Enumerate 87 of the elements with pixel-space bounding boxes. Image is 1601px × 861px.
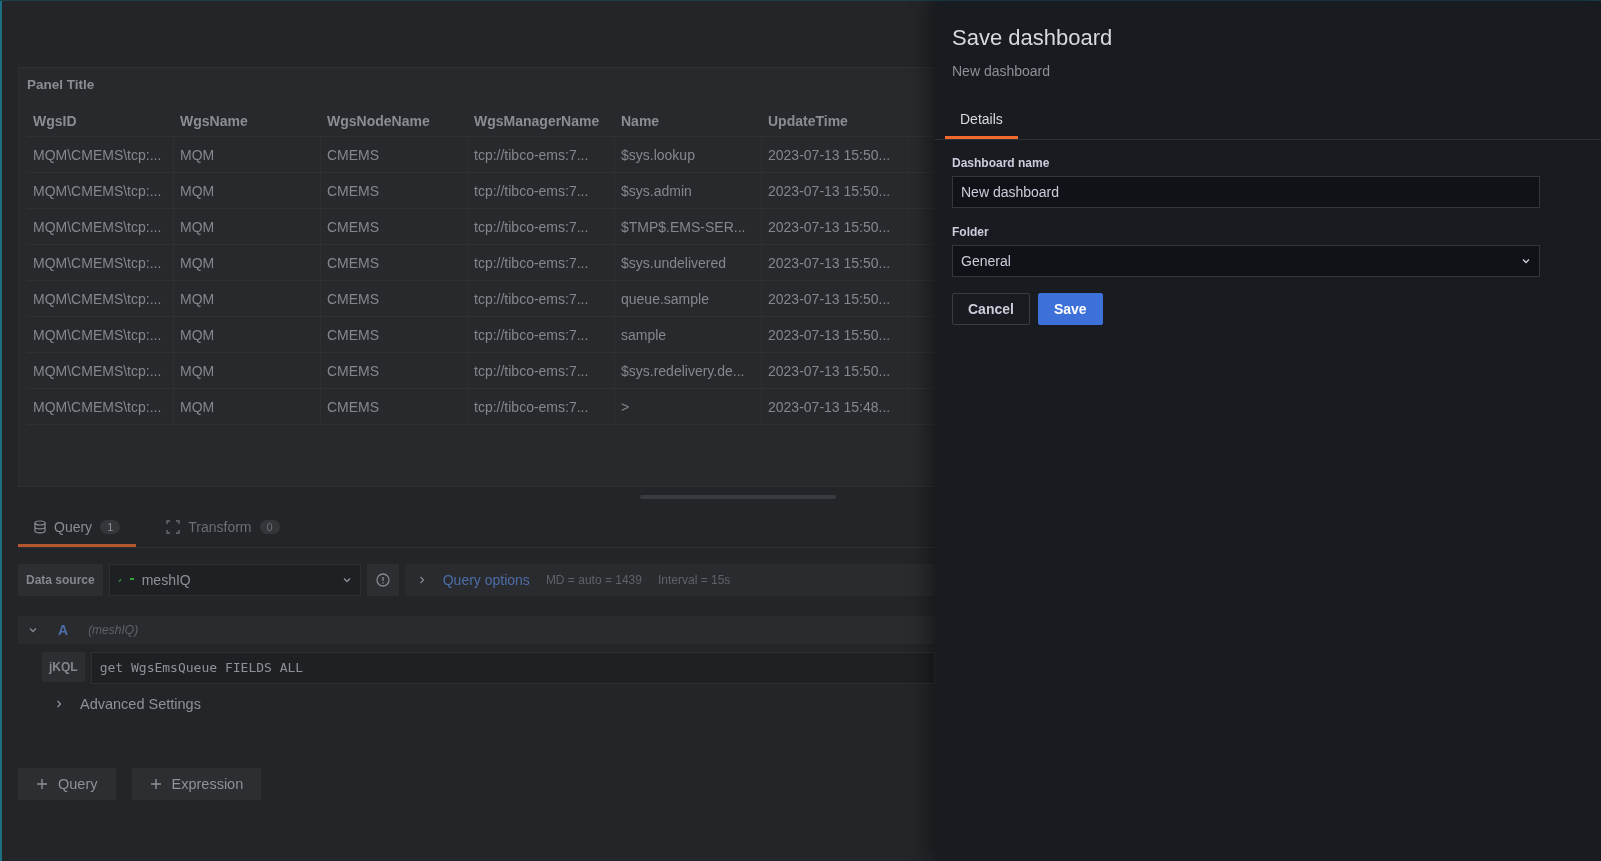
cancel-button[interactable]: Cancel (952, 293, 1030, 325)
data-source-icon (117, 576, 136, 584)
table-cell: CMEMS (321, 173, 468, 208)
table-cell: CMEMS (321, 281, 468, 316)
table-cell: $sys.lookup (615, 137, 762, 172)
caret-icon (1521, 256, 1531, 266)
table-cell: MQM (174, 281, 321, 316)
column-header[interactable]: WgsManagerName (468, 106, 615, 136)
drawer-subtitle: New dashboard (952, 63, 1051, 79)
table-cell: tcp://tibco-ems:7... (468, 245, 615, 280)
table-cell: MQM (174, 137, 321, 172)
column-header[interactable]: WgsName (174, 106, 321, 136)
table-cell: MQM (174, 317, 321, 352)
table-cell: tcp://tibco-ems:7... (468, 173, 615, 208)
table-cell: 2023-07-13 15:48... (762, 389, 909, 424)
query-name: A (58, 622, 69, 638)
table-cell: MQM\CMEMS\tcp:... (27, 281, 174, 316)
table-cell: queue.sample (615, 281, 762, 316)
table-cell: 2023-07-13 15:50... (762, 281, 909, 316)
data-source-picker[interactable]: meshIQ (108, 564, 361, 596)
table-cell: sample (615, 317, 762, 352)
transform-icon (166, 520, 181, 534)
table-cell: tcp://tibco-ems:7... (468, 137, 615, 172)
table-cell: $sys.redelivery.de... (615, 353, 762, 388)
table-cell: $sys.undelivered (615, 245, 762, 280)
table-cell: 2023-07-13 15:50... (762, 317, 909, 352)
help-button[interactable] (366, 564, 399, 596)
table-cell: 2023-07-13 15:50... (762, 137, 909, 172)
table-cell: MQM (174, 173, 321, 208)
field-label: Data source (18, 564, 103, 596)
table-cell: MQM\CMEMS\tcp:... (27, 353, 174, 388)
table-cell: 2023-07-13 15:50... (762, 245, 909, 280)
language-label: jKQL (42, 652, 85, 682)
drawer-title: Save dashboard (952, 25, 1113, 51)
table-cell: MQM\CMEMS\tcp:... (27, 389, 174, 424)
table-cell: CMEMS (321, 137, 468, 172)
table-cell: CMEMS (321, 245, 468, 280)
column-header[interactable]: UpdateTime (762, 106, 909, 136)
plus-icon (149, 778, 162, 790)
advanced-settings-toggle[interactable]: Advanced Settings (54, 696, 935, 712)
panel-title: Panel Title (27, 77, 95, 92)
table-cell: CMEMS (321, 389, 468, 424)
field-label: Dashboard name (952, 156, 1050, 170)
column-header[interactable]: WgsID (27, 106, 174, 136)
table-cell: 2023-07-13 15:50... (762, 209, 909, 244)
field-label: Folder (952, 225, 989, 239)
column-header[interactable]: Name (615, 106, 762, 136)
chevron-right-icon (54, 699, 64, 709)
table-cell: $sys.admin (615, 173, 762, 208)
column-header[interactable]: WgsNodeName (321, 106, 468, 136)
table-cell: MQM (174, 209, 321, 244)
caret-icon (341, 575, 352, 585)
table-cell: > (615, 389, 762, 424)
help-icon (375, 573, 390, 587)
editor-tab[interactable]: Query 1 (18, 513, 137, 547)
table-cell: MQM (174, 245, 321, 280)
table-cell: 2023-07-13 15:50... (762, 353, 909, 388)
table-cell: MQM\CMEMS\tcp:... (27, 317, 174, 352)
database-icon (34, 520, 46, 534)
table-cell: tcp://tibco-ems:7... (468, 389, 615, 424)
table-cell: tcp://tibco-ems:7... (468, 317, 615, 352)
save-button[interactable]: Save (1037, 293, 1103, 325)
table-cell: tcp://tibco-ems:7... (468, 209, 615, 244)
drawer-tab[interactable]: Details (945, 104, 1018, 139)
table-cell: CMEMS (321, 209, 468, 244)
table-cell: tcp://tibco-ems:7... (468, 281, 615, 316)
table-cell: MQM\CMEMS\tcp:... (27, 137, 174, 172)
count-badge: 1 (100, 520, 121, 534)
table-cell: CMEMS (321, 353, 468, 388)
table-cell: MQM\CMEMS\tcp:... (27, 245, 174, 280)
query-options-link[interactable]: Query options (442, 572, 530, 588)
add-button[interactable]: Query (18, 768, 116, 800)
table-cell: MQM (174, 389, 321, 424)
query-input[interactable]: get WgsEmsQueue FIELDS ALL (90, 652, 935, 684)
table-cell: MQM\CMEMS\tcp:... (27, 209, 174, 244)
table-cell: MQM\CMEMS\tcp:... (27, 173, 174, 208)
folder-select[interactable]: General (952, 245, 1540, 277)
add-button[interactable]: Expression (131, 768, 262, 800)
plus-icon (36, 778, 48, 790)
table-cell: $TMP$.EMS-SER... (615, 209, 762, 244)
text-input[interactable]: New dashboard (952, 176, 1540, 208)
table-cell: CMEMS (321, 317, 468, 352)
table-cell: MQM (174, 353, 321, 388)
table-cell: tcp://tibco-ems:7... (468, 353, 615, 388)
chevron-down-icon (28, 625, 38, 635)
table-cell: 2023-07-13 15:50... (762, 173, 909, 208)
collapse-toggle[interactable] (28, 625, 38, 635)
